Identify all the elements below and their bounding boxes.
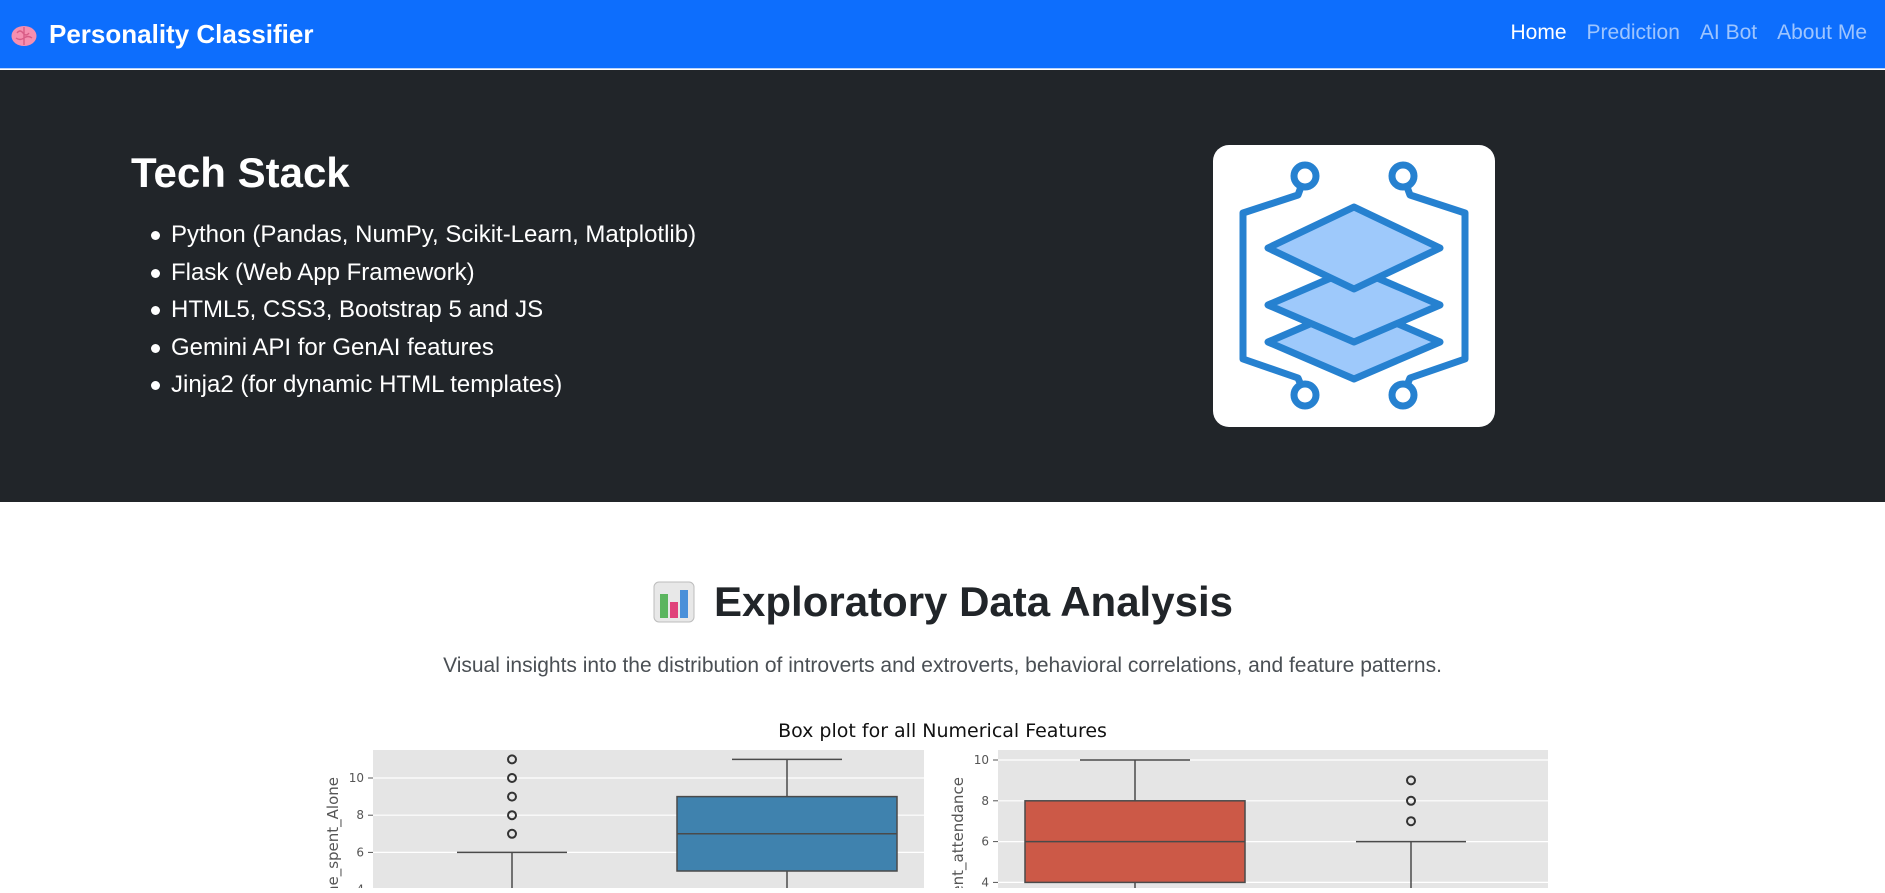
y-tick-label: 10 [349, 771, 364, 785]
eda-heading: Exploratory Data Analysis [0, 578, 1885, 626]
tech-stack-section: Tech Stack Python (Pandas, NumPy, Scikit… [0, 70, 1885, 502]
nav-prediction[interactable]: Prediction [1587, 21, 1680, 45]
bar-chart-icon [653, 581, 695, 623]
y-tick-label: 8 [356, 808, 364, 822]
brain-icon [11, 25, 37, 46]
brand-link[interactable]: Personality Classifier [10, 19, 313, 50]
nav-ai-bot[interactable]: AI Bot [1700, 21, 1757, 45]
nav-about-me[interactable]: About Me [1777, 21, 1867, 45]
chart-title: Box plot for all Numerical Features [778, 720, 1107, 742]
box-plot-canvas: 4 6 8 10 Time_spent_Alone 4 6 8 10 Event_attendan… [324, 750, 1548, 893]
y-axis-label: Event_attendance [949, 777, 968, 888]
y-tick-label: 10 [974, 753, 989, 767]
y-tick-label: 6 [981, 835, 989, 849]
tech-item: Flask (Web App Framework) [150, 259, 696, 297]
y-tick-label: 4 [356, 883, 364, 888]
tech-stack-title: Tech Stack [131, 149, 350, 196]
tech-item: Python (Pandas, NumPy, Scikit-Learn, Mat… [150, 221, 696, 259]
logo-card [1213, 145, 1495, 427]
nav-links: Home Prediction AI Bot About Me [1490, 21, 1867, 45]
eda-subtitle: Visual insights into the distribution of… [443, 654, 1442, 677]
y-tick-label: 6 [356, 845, 364, 859]
tech-stack-list: Python (Pandas, NumPy, Scikit-Learn, Mat… [150, 221, 696, 409]
y-tick-label: 4 [981, 875, 989, 888]
tech-item: Jinja2 (for dynamic HTML templates) [150, 371, 696, 409]
navbar: Personality Classifier Home Prediction A… [0, 0, 1885, 69]
box-plots: 4 6 8 10 Time_spent_Alone 4 6 8 10 Event_attendan… [0, 745, 1885, 893]
tech-item: HTML5, CSS3, Bootstrap 5 and JS [150, 296, 696, 334]
layered-stack-circuit-icon [1239, 161, 1469, 410]
tech-item: Gemini API for GenAI features [150, 334, 696, 372]
brand-name: Personality Classifier [49, 19, 314, 49]
y-tick-label: 8 [981, 794, 989, 808]
nav-home[interactable]: Home [1510, 21, 1566, 45]
eda-title: Exploratory Data Analysis [714, 578, 1233, 625]
y-axis-label: Time_spent_Alone [324, 777, 343, 888]
